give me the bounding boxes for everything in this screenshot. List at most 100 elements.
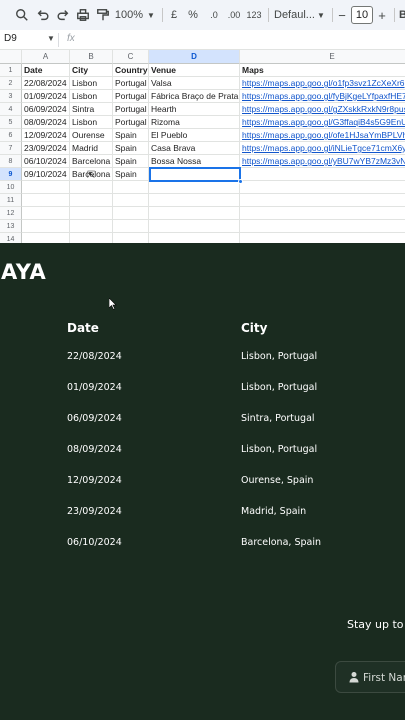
table-cell[interactable] [149, 194, 240, 207]
table-cell[interactable] [113, 233, 149, 243]
table-cell[interactable]: Madrid [70, 142, 113, 155]
table-cell[interactable]: https://maps.app.goo.gl/G3ffaqiB4s5G9EnU [240, 116, 405, 129]
undo-icon[interactable] [35, 5, 51, 25]
table-cell[interactable]: https://maps.app.goo.gl/ofe1HJsaYmBPLVh [240, 129, 405, 142]
table-cell[interactable] [149, 220, 240, 233]
paint-format-icon[interactable] [95, 5, 111, 25]
table-cell[interactable] [113, 181, 149, 194]
row-header-12[interactable]: 12 [0, 207, 22, 220]
table-cell[interactable]: 09/10/2024 [22, 168, 70, 181]
table-cell[interactable] [70, 181, 113, 194]
table-cell[interactable]: 12/09/2024 [22, 129, 70, 142]
table-cell[interactable]: Portugal [113, 116, 149, 129]
search-icon[interactable] [14, 5, 30, 25]
redo-icon[interactable] [55, 5, 71, 25]
table-header-cell[interactable]: City [70, 64, 113, 77]
table-cell[interactable] [22, 207, 70, 220]
table-header-cell[interactable]: Date [22, 64, 70, 77]
table-cell[interactable]: Spain [113, 129, 149, 142]
table-cell[interactable] [22, 220, 70, 233]
row-header-11[interactable]: 11 [0, 194, 22, 207]
row-header-4[interactable]: 4 [0, 103, 22, 116]
table-cell[interactable]: Lisbon [70, 116, 113, 129]
table-cell[interactable] [240, 194, 405, 207]
chevron-down-icon[interactable]: ▼ [146, 5, 156, 25]
row-header-6[interactable]: 6 [0, 129, 22, 142]
chevron-down-icon[interactable]: ▼ [47, 34, 55, 43]
table-cell[interactable]: 08/09/2024 [22, 116, 70, 129]
table-cell[interactable]: Casa Brava [149, 142, 240, 155]
table-cell[interactable] [113, 220, 149, 233]
table-cell[interactable]: https://maps.app.goo.gl/gZXskkRxkN9r8pus [240, 103, 405, 116]
table-cell[interactable]: Spain [113, 155, 149, 168]
table-cell[interactable] [113, 194, 149, 207]
table-cell[interactable] [240, 168, 405, 181]
row-header-5[interactable]: 5 [0, 116, 22, 129]
table-cell[interactable]: Portugal [113, 77, 149, 90]
table-cell[interactable] [149, 233, 240, 243]
table-cell[interactable]: Barcelona [70, 155, 113, 168]
decrease-decimal-button[interactable]: .0 [205, 5, 223, 25]
table-cell[interactable]: 06/10/2024 [22, 155, 70, 168]
table-cell[interactable]: El Pueblo [149, 129, 240, 142]
row-header-7[interactable]: 7 [0, 142, 22, 155]
table-cell[interactable] [70, 194, 113, 207]
fill-handle[interactable] [238, 179, 243, 184]
table-cell[interactable]: Lisbon [70, 90, 113, 103]
table-cell[interactable]: https://maps.app.goo.gl/o1fp3svz1ZcXeXr6 [240, 77, 405, 90]
more-formats-button[interactable]: 123 [246, 5, 262, 25]
table-cell[interactable]: Fábrica Braço de Prata [149, 90, 240, 103]
table-cell[interactable]: Rizoma [149, 116, 240, 129]
table-cell[interactable]: Spain [113, 142, 149, 155]
table-cell[interactable] [149, 181, 240, 194]
table-cell[interactable]: Sintra [70, 103, 113, 116]
table-cell[interactable]: 06/09/2024 [22, 103, 70, 116]
table-cell[interactable]: 23/09/2024 [22, 142, 70, 155]
table-cell[interactable]: https://maps.app.goo.gl/yBU7wYB7zMz3vN [240, 155, 405, 168]
table-cell[interactable]: Portugal [113, 103, 149, 116]
column-header-e[interactable]: E [240, 50, 405, 64]
table-cell[interactable]: Ourense [70, 129, 113, 142]
table-cell[interactable]: https://maps.app.goo.gl/iNLieTgce71cmX6y [240, 142, 405, 155]
chevron-down-icon[interactable]: ▼ [316, 5, 326, 25]
column-header-c[interactable]: C [113, 50, 149, 64]
column-header-a[interactable]: A [22, 50, 70, 64]
table-cell[interactable]: Lisbon [70, 77, 113, 90]
table-header-cell[interactable]: Venue [149, 64, 240, 77]
row-header-9[interactable]: 9 [0, 168, 22, 181]
table-cell[interactable]: Valsa [149, 77, 240, 90]
table-cell[interactable] [70, 207, 113, 220]
decrease-font-size-button[interactable]: − [336, 5, 348, 25]
row-header-13[interactable]: 13 [0, 220, 22, 233]
column-header-b[interactable]: B [70, 50, 113, 64]
table-cell[interactable]: Portugal [113, 90, 149, 103]
bold-button[interactable]: B [398, 5, 405, 25]
percent-format-button[interactable]: % [186, 5, 200, 25]
select-all-corner[interactable] [0, 50, 22, 64]
font-select[interactable]: Defaul... [274, 5, 316, 25]
table-cell[interactable] [70, 220, 113, 233]
table-cell[interactable]: 01/09/2024 [22, 90, 70, 103]
table-cell[interactable] [149, 207, 240, 220]
currency-format-button[interactable]: £ [168, 5, 180, 25]
row-header-3[interactable]: 3 [0, 90, 22, 103]
table-cell[interactable] [240, 233, 405, 243]
column-header-d[interactable]: D [149, 50, 240, 64]
table-cell[interactable]: 22/08/2024 [22, 77, 70, 90]
name-box[interactable]: D9 [4, 33, 17, 44]
print-icon[interactable] [75, 5, 91, 25]
spreadsheet-grid[interactable]: A B C D E 1 Date City Country Venue Maps 2 22/08/202… [0, 50, 405, 243]
table-cell[interactable]: https://maps.app.goo.gl/fyBjKgeLYfpaxfHE… [240, 90, 405, 103]
font-size-input[interactable]: 10 [351, 6, 373, 24]
table-cell[interactable] [240, 220, 405, 233]
table-cell[interactable] [22, 233, 70, 243]
table-header-cell[interactable]: Maps [240, 64, 405, 77]
zoom-select[interactable]: 100% [114, 5, 144, 25]
increase-decimal-button[interactable]: .00 [225, 5, 243, 25]
table-cell[interactable] [240, 181, 405, 194]
table-cell[interactable] [70, 233, 113, 243]
table-cell[interactable] [22, 181, 70, 194]
table-cell[interactable]: Spain [113, 168, 149, 181]
table-cell[interactable]: Hearth [149, 103, 240, 116]
table-cell[interactable] [113, 207, 149, 220]
